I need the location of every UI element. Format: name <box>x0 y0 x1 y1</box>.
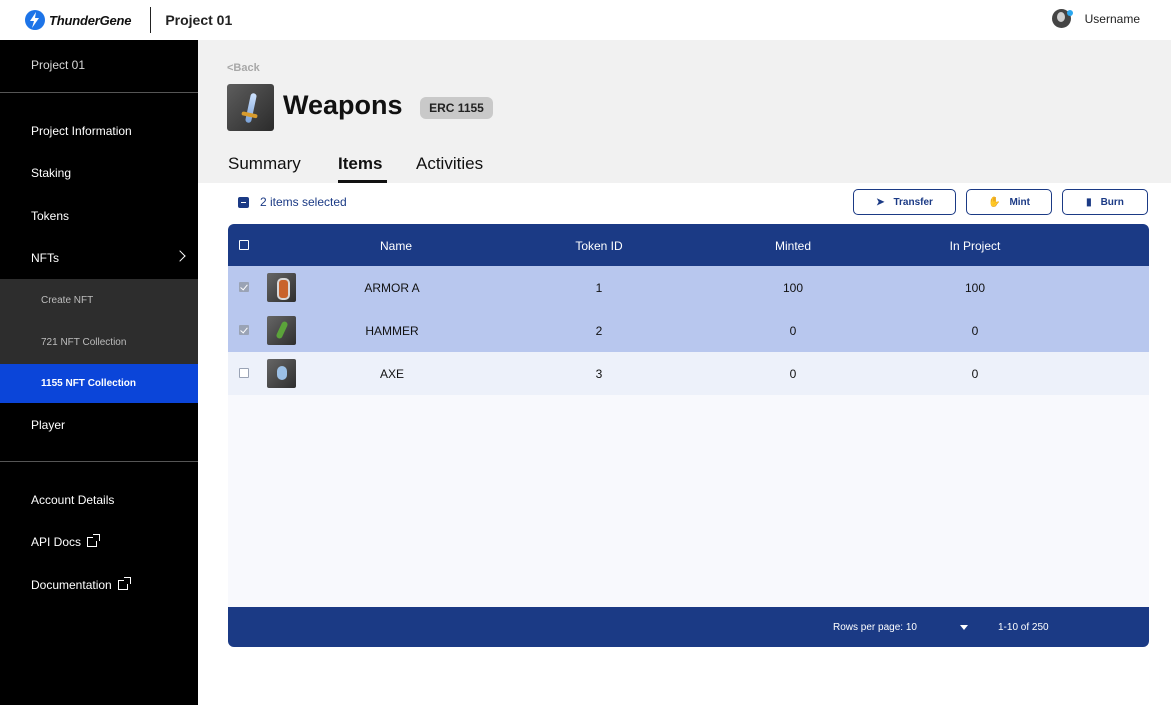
armor-thumbnail <box>267 273 296 302</box>
items-table: Name Token ID Minted In Project ARMOR A … <box>228 224 1149 647</box>
row-checkbox[interactable] <box>239 325 249 335</box>
active-tab-indicator <box>338 180 387 183</box>
selected-count: 2 items selected <box>260 195 347 209</box>
sword-icon <box>244 92 257 123</box>
cell-in-project: 0 <box>971 367 979 381</box>
trash-icon: ▮ <box>1086 196 1092 208</box>
documentation-label: Documentation <box>31 578 112 592</box>
burn-label: Burn <box>1100 196 1124 208</box>
top-divider <box>150 7 152 33</box>
table-row[interactable]: AXE 3 0 0 <box>228 352 1149 395</box>
pagination-range: 1-10 of 250 <box>998 622 1049 633</box>
top-bar: ThunderGene Project 01 Username <box>0 0 1171 40</box>
sidebar-subitem-label: 1155 NFT Collection <box>41 378 137 389</box>
user-menu[interactable]: Username <box>1051 9 1140 28</box>
tab-summary[interactable]: Summary <box>228 154 301 174</box>
cell-name: HAMMER <box>365 324 419 338</box>
external-link-icon <box>87 534 101 547</box>
external-link-icon <box>117 577 131 590</box>
api-docs-label: API Docs <box>31 535 82 549</box>
table-footer: Rows per page: 10 1-10 of 250 <box>228 607 1149 647</box>
burn-button[interactable]: ▮ Burn <box>1062 189 1148 215</box>
brand-name: ThunderGene <box>49 12 132 28</box>
table-row[interactable]: HAMMER 2 0 0 <box>228 309 1149 352</box>
select-all-checkbox[interactable] <box>239 240 249 250</box>
mint-button[interactable]: ✋ Mint <box>966 189 1052 215</box>
cell-minted: 0 <box>789 367 797 381</box>
cell-token-id: 3 <box>595 367 603 381</box>
token-standard-badge: ERC 1155 <box>420 97 493 119</box>
sidebar-divider <box>0 92 198 93</box>
logo[interactable]: ThunderGene <box>24 9 132 31</box>
sidebar-item-staking[interactable]: Staking <box>31 166 71 180</box>
cell-token-id: 2 <box>595 324 603 338</box>
sidebar-item-tokens[interactable]: Tokens <box>31 209 69 223</box>
sidebar-project-name[interactable]: Project 01 <box>31 58 85 72</box>
cell-token-id: 1 <box>595 281 603 295</box>
dropdown-arrow-icon[interactable] <box>960 625 968 630</box>
mint-label: Mint <box>1009 196 1030 208</box>
send-icon: ➤ <box>876 196 885 208</box>
nft-submenu: Create NFT 721 NFT Collection <box>0 279 198 364</box>
tab-activities[interactable]: Activities <box>416 154 483 174</box>
cell-minted: 0 <box>789 324 797 338</box>
column-header-token-id[interactable]: Token ID <box>575 239 622 253</box>
online-status-icon <box>1066 10 1073 16</box>
sidebar: Project 01 Project Information Staking T… <box>0 40 198 705</box>
table-row[interactable]: ARMOR A 1 100 100 <box>228 266 1149 309</box>
transfer-button[interactable]: ➤ Transfer <box>853 189 956 215</box>
cell-minted: 100 <box>782 281 804 295</box>
sidebar-item-account-details[interactable]: Account Details <box>31 493 114 507</box>
table-header: Name Token ID Minted In Project <box>228 224 1149 266</box>
mint-icon: ✋ <box>988 196 1001 208</box>
sidebar-item-project-information[interactable]: Project Information <box>31 124 132 138</box>
axe-thumbnail <box>267 359 296 388</box>
sidebar-item-documentation[interactable]: Documentation <box>31 577 131 592</box>
cell-in-project: 100 <box>964 281 986 295</box>
sidebar-item-api-docs[interactable]: API Docs <box>31 534 101 549</box>
deselect-all-checkbox[interactable] <box>238 196 249 208</box>
cell-in-project: 0 <box>971 324 979 338</box>
thunder-logo-icon <box>25 10 45 30</box>
sidebar-subitem-create-nft[interactable]: Create NFT <box>41 295 93 306</box>
sidebar-item-nfts[interactable]: NFTs <box>31 251 59 265</box>
column-header-name[interactable]: Name <box>380 239 412 253</box>
rows-per-page-select[interactable]: Rows per page: 10 <box>833 622 917 633</box>
sidebar-subitem-721-collection[interactable]: 721 NFT Collection <box>41 337 126 348</box>
tab-items[interactable]: Items <box>338 154 382 174</box>
username[interactable]: Username <box>1085 12 1140 26</box>
top-project-name: Project 01 <box>165 12 233 28</box>
chevron-right-icon[interactable] <box>174 250 186 262</box>
column-header-in-project[interactable]: In Project <box>950 239 1001 253</box>
sidebar-item-player[interactable]: Player <box>31 418 65 432</box>
cell-name: ARMOR A <box>364 281 420 295</box>
hammer-thumbnail <box>267 316 296 345</box>
collection-image <box>227 84 274 131</box>
page-title: Weapons <box>283 90 403 120</box>
transfer-label: Transfer <box>893 196 933 208</box>
cell-name: AXE <box>379 367 405 381</box>
sidebar-subitem-1155-collection[interactable]: 1155 NFT Collection <box>0 364 198 403</box>
row-checkbox[interactable] <box>239 282 249 292</box>
sidebar-divider <box>0 461 198 462</box>
column-header-minted[interactable]: Minted <box>775 239 811 253</box>
selection-summary: 2 items selected <box>238 195 347 209</box>
row-checkbox[interactable] <box>239 368 249 378</box>
back-link[interactable]: <Back <box>227 62 260 74</box>
